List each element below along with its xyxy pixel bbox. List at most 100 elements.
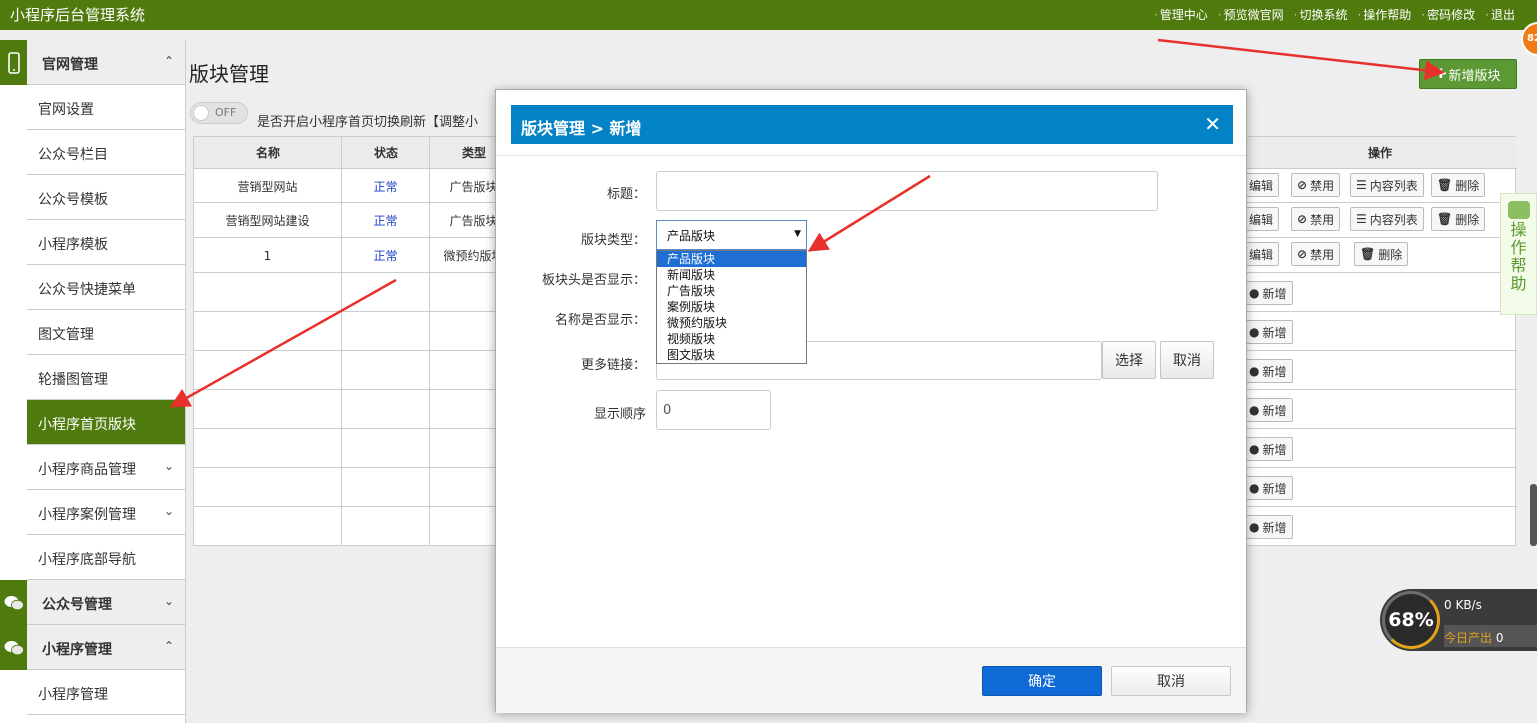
sidebar-item-label: 官网设置 [38, 102, 94, 118]
name-show-label: 名称是否显示： [554, 313, 646, 328]
page-title: 版块管理 [189, 62, 269, 86]
edit-label: 编辑 [1249, 178, 1274, 193]
type-option[interactable]: 新闻版块 [657, 267, 806, 283]
delete-button[interactable]: 🗑 删除 [1354, 242, 1409, 266]
sidebar-section-wechat[interactable]: 公众号管理 ⌄ [0, 580, 185, 625]
add-label: 新增 [1262, 325, 1287, 340]
app-title: 小程序后台管理系统 [10, 6, 146, 24]
add-content-button[interactable]: ● 新增 [1244, 515, 1293, 539]
trash-icon: 🗑 [1360, 247, 1376, 261]
type-select[interactable]: 产品版块 ▼ [656, 220, 807, 250]
edit-label: 编辑 [1249, 212, 1274, 227]
nav-switch-system[interactable]: 切换系统 [1294, 6, 1347, 23]
sidebar-item-label: 小程序首页版块 [38, 417, 136, 433]
sidebar-item-products[interactable]: 小程序商品管理 ⌄ [27, 445, 185, 490]
sidebar-section-miniapp[interactable]: 小程序管理 ⌃ [0, 625, 185, 670]
nav-logout[interactable]: 退出 [1485, 6, 1515, 23]
confirm-button[interactable]: 确定 [982, 666, 1102, 696]
today-output: 今日产出 0 [1444, 625, 1537, 647]
chevron-down-icon: ⌄ [164, 459, 175, 473]
type-option[interactable]: 微预约版块 [657, 315, 806, 331]
toggle-state: OFF [215, 106, 237, 119]
close-icon[interactable]: ✕ [1204, 112, 1221, 136]
chevron-up-icon: ⌃ [164, 639, 175, 653]
content-list-button[interactable]: ☰ 内容列表 [1350, 173, 1424, 197]
clear-link-button[interactable]: 取消 [1160, 341, 1214, 379]
delete-button[interactable]: 🗑 删除 [1431, 173, 1486, 197]
delete-label: 删除 [1378, 247, 1403, 262]
disable-button[interactable]: ⊘ 禁用 [1291, 242, 1341, 266]
add-content-button[interactable]: ● 新增 [1244, 476, 1293, 500]
type-label: 版块类型： [580, 233, 646, 248]
type-option[interactable]: 案例版块 [657, 299, 806, 315]
title-input[interactable] [656, 171, 1158, 211]
add-label: 新增 [1262, 286, 1287, 301]
sidebar-item-articles[interactable]: 图文管理 [27, 310, 185, 355]
plus-icon: ✚ [1435, 66, 1447, 82]
sidebar: 官网管理 ⌃ 官网设置 公众号栏目 公众号模板 小程序模板 公众号快捷菜单 图文… [0, 40, 186, 723]
edit-label: 编辑 [1249, 247, 1274, 262]
dialog-header: 版块管理 > 新增 ✕ [511, 105, 1233, 144]
type-option[interactable]: 视频版块 [657, 331, 806, 347]
toggle-label: 是否开启小程序首页切换刷新【调整小 [257, 115, 479, 130]
sidebar-item-site-settings[interactable]: 官网设置 [27, 85, 185, 130]
sidebar-item-bottom-nav[interactable]: 小程序底部导航 [27, 535, 185, 580]
ban-icon: ⊘ [1297, 247, 1308, 261]
toggle-knob [193, 105, 209, 121]
chevron-down-icon: ⌄ [164, 504, 175, 518]
disable-label: 禁用 [1310, 212, 1335, 227]
order-input[interactable]: 0 [656, 390, 771, 430]
type-option[interactable]: 广告版块 [657, 283, 806, 299]
sidebar-item-home-blocks[interactable]: 小程序首页版块 [27, 400, 185, 445]
sidebar-item-wechat-templates[interactable]: 公众号模板 [27, 175, 185, 220]
type-option[interactable]: 图文版块 [657, 347, 806, 363]
delete-button[interactable]: 🗑 删除 [1431, 207, 1486, 231]
add-block-button[interactable]: ✚ 新增版块 [1419, 59, 1517, 89]
column-header-status: 状态 [342, 137, 430, 169]
nav-admin-center[interactable]: 管理中心 [1154, 6, 1208, 23]
dialog-breadcrumb: 版块管理 > 新增 [521, 119, 642, 138]
sidebar-item-quick-menu[interactable]: 公众号快捷菜单 [27, 265, 185, 310]
type-option[interactable]: 产品版块 [657, 251, 806, 267]
scrollbar-thumb[interactable] [1530, 484, 1537, 546]
choose-link-button[interactable]: 选择 [1102, 341, 1156, 379]
sidebar-item-label: 小程序案例管理 [38, 507, 136, 523]
arrow-to-add-button [1157, 38, 1445, 81]
help-tab[interactable]: 操作帮助 [1500, 193, 1537, 315]
sidebar-item-carousel[interactable]: 轮播图管理 [27, 355, 185, 400]
sidebar-item-cases[interactable]: 小程序案例管理 ⌄ [27, 490, 185, 535]
plus-circle-icon: ● [1249, 325, 1260, 339]
cell-name: 营销型网站 [237, 179, 298, 194]
sidebar-section-label: 小程序管理 [42, 642, 112, 658]
trash-icon: 🗑 [1437, 212, 1453, 226]
edit-button[interactable]: 编辑 [1244, 242, 1280, 266]
sidebar-section-label: 官网管理 [42, 57, 98, 73]
add-content-button[interactable]: ● 新增 [1244, 281, 1293, 305]
sidebar-item-label: 公众号模板 [38, 192, 108, 208]
sidebar-item-miniapp-templates[interactable]: 小程序模板 [27, 220, 185, 265]
speed-widget[interactable]: 68% 0 KB/s 今日产出 0 [1380, 589, 1537, 651]
nav-password[interactable]: 密码修改 [1421, 6, 1475, 23]
sidebar-section-website[interactable]: 官网管理 ⌃ [0, 40, 185, 85]
sidebar-item-wechat-columns[interactable]: 公众号栏目 [27, 130, 185, 175]
add-content-button[interactable]: ● 新增 [1244, 437, 1293, 461]
chevron-up-icon: ⌃ [164, 54, 175, 68]
add-content-button[interactable]: ● 新增 [1244, 398, 1293, 422]
nav-preview-site[interactable]: 预览微官网 [1218, 6, 1284, 23]
sidebar-item-miniapp-manage[interactable]: 小程序管理 [27, 670, 185, 715]
add-content-button[interactable]: ● 新增 [1244, 320, 1293, 344]
edit-button[interactable]: 编辑 [1244, 207, 1280, 231]
nav-help[interactable]: 操作帮助 [1357, 6, 1411, 23]
sidebar-item-label: 小程序管理 [38, 687, 108, 703]
disable-button[interactable]: ⊘ 禁用 [1291, 173, 1341, 197]
add-content-button[interactable]: ● 新增 [1244, 359, 1293, 383]
cancel-button[interactable]: 取消 [1111, 666, 1231, 696]
edit-button[interactable]: 编辑 [1244, 173, 1280, 197]
sidebar-item-label: 小程序商品管理 [38, 462, 136, 478]
cell-status: 正常 [373, 179, 398, 194]
header-divider [496, 155, 1246, 156]
disable-button[interactable]: ⊘ 禁用 [1291, 207, 1341, 231]
content-list-button[interactable]: ☰ 内容列表 [1350, 207, 1424, 231]
trash-icon: 🗑 [1437, 178, 1453, 192]
refresh-toggle[interactable]: OFF [190, 102, 248, 124]
